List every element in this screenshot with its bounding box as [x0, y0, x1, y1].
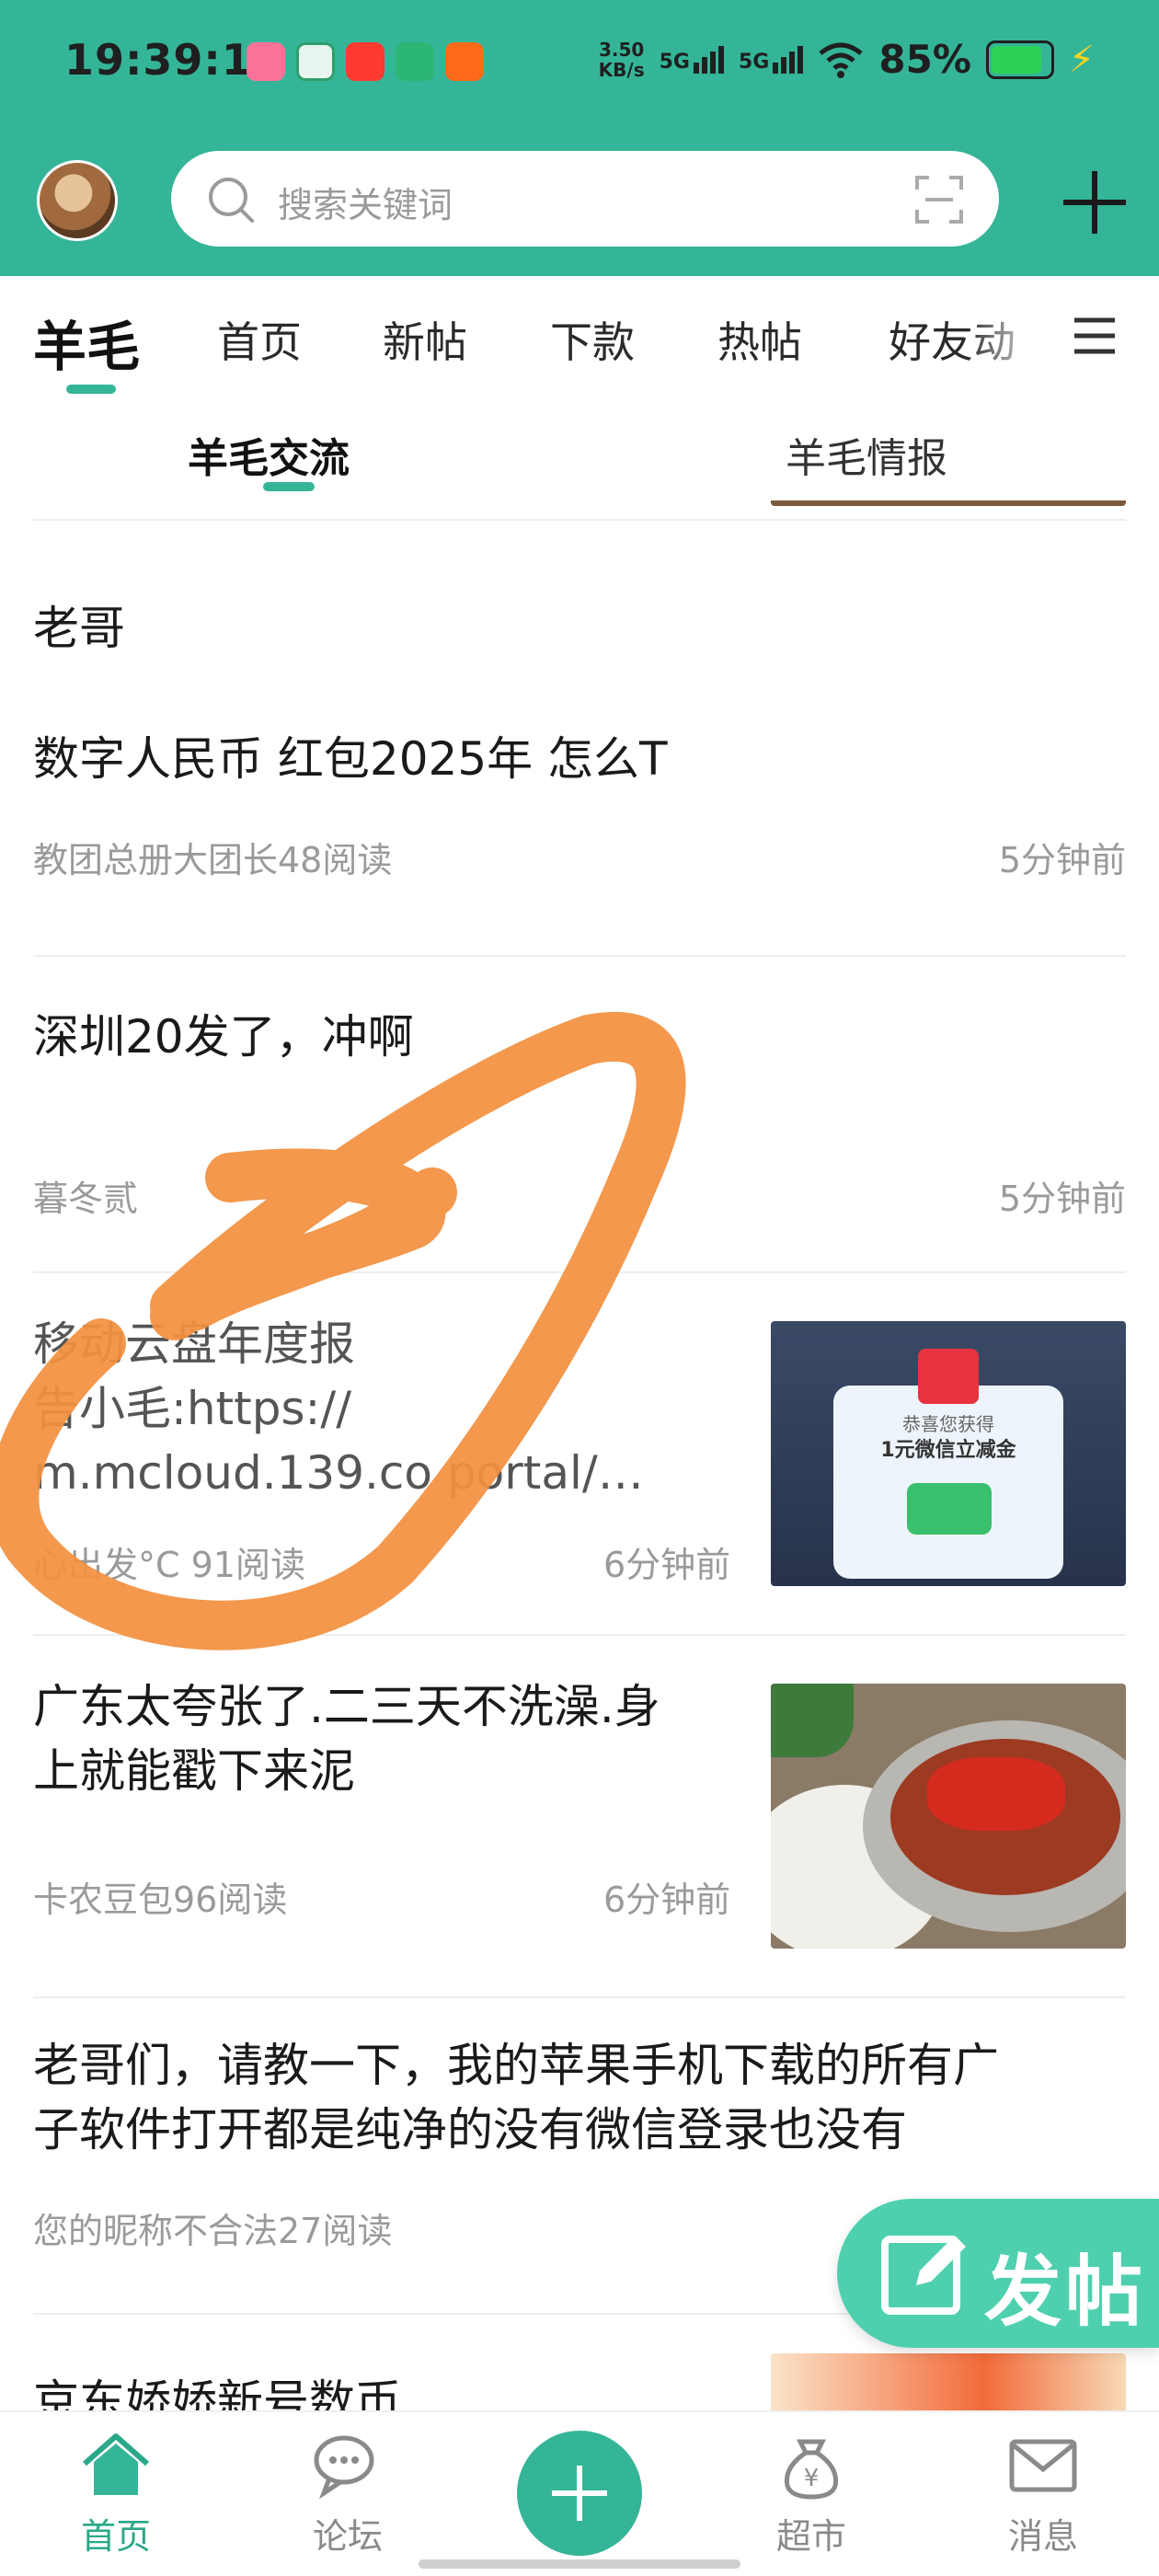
post-thumbnail: [771, 1684, 1126, 1949]
signal-2-icon: 5G: [739, 45, 804, 74]
subtab-exchange[interactable]: 羊毛交流: [188, 425, 350, 484]
thumbnail-caption-main: 1元微信立减金: [880, 1439, 1016, 1462]
app-icon: [296, 42, 335, 81]
app-header: 搜索关键词: [0, 147, 1159, 248]
post-title-line1: 老哥们，请教一下，我的苹果手机下载的所有广: [33, 2039, 999, 2092]
top-bar: 19:39:13 3.50 KB/s 5G 5G 85% ⚡ 搜索关键词: [0, 0, 1159, 276]
tab-loans[interactable]: 下款: [550, 309, 635, 370]
post-button-label: 发帖: [984, 2247, 1147, 2337]
post-meta: 您的昵称不合法27阅读: [33, 2211, 393, 2251]
nav-messages-label: 消息: [1007, 2516, 1078, 2557]
post-meta: 卡农豆包96阅读: [33, 1880, 288, 1920]
category-tabs: 羊毛 首页 新帖 下款 热帖 好友动: [0, 276, 1159, 399]
sub-tabs: 羊毛交流 羊毛情报: [0, 399, 1159, 500]
avatar[interactable]: [37, 160, 118, 241]
post-title: 老哥: [33, 602, 125, 655]
search-input[interactable]: 搜索关键词: [171, 151, 999, 247]
post-title-line2: 数字人民币 红包2025年 怎么T: [33, 732, 668, 786]
post-title-line2: 上就能戳下来泥: [33, 1744, 355, 1798]
video-app-icon: [346, 42, 384, 81]
post-title-line2: 告小毛:https://: [33, 1382, 352, 1435]
post-thumbnail: 恭喜您获得 1元微信立减金: [771, 1321, 1126, 1586]
list-item[interactable]: 老哥 数字人民币 红包2025年 怎么T 教团总册大团长48阅读 5分钟前: [33, 574, 1126, 957]
home-icon: [83, 2433, 149, 2495]
tab-active-indicator: [66, 385, 116, 394]
tab-fade: [966, 276, 1067, 399]
status-indicators: 3.50 KB/s 5G 5G 85% ⚡: [599, 37, 1095, 82]
nav-forum[interactable]: 论坛: [283, 2431, 412, 2559]
charging-icon: ⚡: [1068, 38, 1095, 81]
post-meta: 教团总册大团长48阅读: [33, 840, 393, 880]
money-bag-icon: ¥: [784, 2439, 839, 2500]
network-speed: 3.50 KB/s: [599, 40, 645, 80]
svg-text:¥: ¥: [804, 2465, 820, 2492]
edit-icon: [881, 2236, 966, 2315]
post-title-line1: 移动云盘年度报: [33, 1317, 355, 1371]
post-title-line1: 广东太夸张了.二三天不洗澡.身: [33, 1680, 660, 1733]
signal-1-icon: 5G: [659, 45, 724, 74]
mail-icon: [1009, 2439, 1077, 2492]
tab-hot-posts[interactable]: 热帖: [717, 309, 802, 370]
bottom-nav: 首页 论坛 ¥ 超市 消息: [0, 2410, 1159, 2576]
status-bar: 19:39:13 3.50 KB/s 5G 5G 85% ⚡: [0, 0, 1159, 125]
post-title-line2: 子软件打开都是纯净的没有微信登录也没有: [33, 2103, 907, 2156]
nav-market-label: 超市: [775, 2516, 846, 2557]
thumbnail-caption-top: 恭喜您获得: [902, 1413, 994, 1435]
nav-forum-label: 论坛: [312, 2516, 383, 2557]
tab-yangmao[interactable]: 羊毛: [33, 304, 140, 381]
signal-1-label: 5G: [659, 50, 690, 74]
post-time: 5分钟前: [998, 1179, 1126, 1219]
plus-icon: [552, 2466, 607, 2521]
battery-percent: 85%: [878, 37, 971, 82]
nav-market[interactable]: ¥ 超市: [747, 2431, 876, 2559]
scan-icon[interactable]: [914, 175, 964, 224]
post-title: 京东娇娇新号数币: [33, 2375, 401, 2410]
tab-home[interactable]: 首页: [217, 309, 302, 370]
kuaishou-app-icon: [445, 42, 484, 81]
menu-icon[interactable]: [1073, 316, 1117, 355]
plus-icon[interactable]: [1058, 166, 1131, 239]
bilibili-app-icon: [247, 42, 285, 81]
post-title: 深圳20发了，冲啊: [33, 1010, 414, 1064]
mi-app-icon: [396, 42, 434, 81]
gesture-bar: [419, 2559, 740, 2569]
post-time: 5分钟前: [998, 840, 1126, 880]
subtab-active-indicator: [263, 482, 315, 491]
post-thumbnail: [771, 2353, 1126, 2410]
list-item[interactable]: 深圳20发了，冲啊 暮冬贰 5分钟前: [33, 957, 1126, 1273]
nav-messages[interactable]: 消息: [979, 2431, 1107, 2559]
create-button[interactable]: [517, 2431, 642, 2556]
post-meta: 心出发°C 91阅读: [33, 1545, 305, 1585]
search-icon: [209, 178, 254, 223]
list-item[interactable]: 广东太夸张了.二三天不洗澡.身 上就能戳下来泥 卡农豆包96阅读 6分钟前: [33, 1636, 1126, 1998]
post-meta: 暮冬贰: [33, 1179, 139, 1219]
list-item[interactable]: 移动云盘年度报 告小毛:https:// m.mcloud.139.co por…: [33, 1273, 1126, 1636]
post-time: 6分钟前: [603, 1545, 731, 1585]
post-title-line3: m.mcloud.139.co portal/…: [33, 1446, 644, 1500]
wifi-icon: [819, 42, 863, 78]
nav-home-label: 首页: [80, 2516, 151, 2557]
subtab-intel[interactable]: 羊毛情报: [786, 425, 947, 484]
chat-icon: [314, 2435, 374, 2500]
search-placeholder: 搜索关键词: [278, 185, 453, 225]
post-feed[interactable]: 老哥 数字人民币 红包2025年 怎么T 教团总册大团长48阅读 5分钟前 深圳…: [0, 500, 1159, 2410]
battery-icon: [985, 40, 1054, 79]
nav-home[interactable]: 首页: [52, 2431, 180, 2559]
notification-icons: [247, 42, 484, 81]
list-item[interactable]: [33, 500, 1126, 521]
net-speed-unit: KB/s: [598, 58, 645, 81]
net-speed-value: 3.50: [598, 38, 645, 61]
post-time: 6分钟前: [603, 1880, 731, 1920]
post-thumbnail: [771, 500, 1126, 506]
post-button[interactable]: 发帖: [837, 2199, 1159, 2348]
tab-new-posts[interactable]: 新帖: [383, 309, 467, 370]
signal-2-label: 5G: [739, 50, 770, 74]
